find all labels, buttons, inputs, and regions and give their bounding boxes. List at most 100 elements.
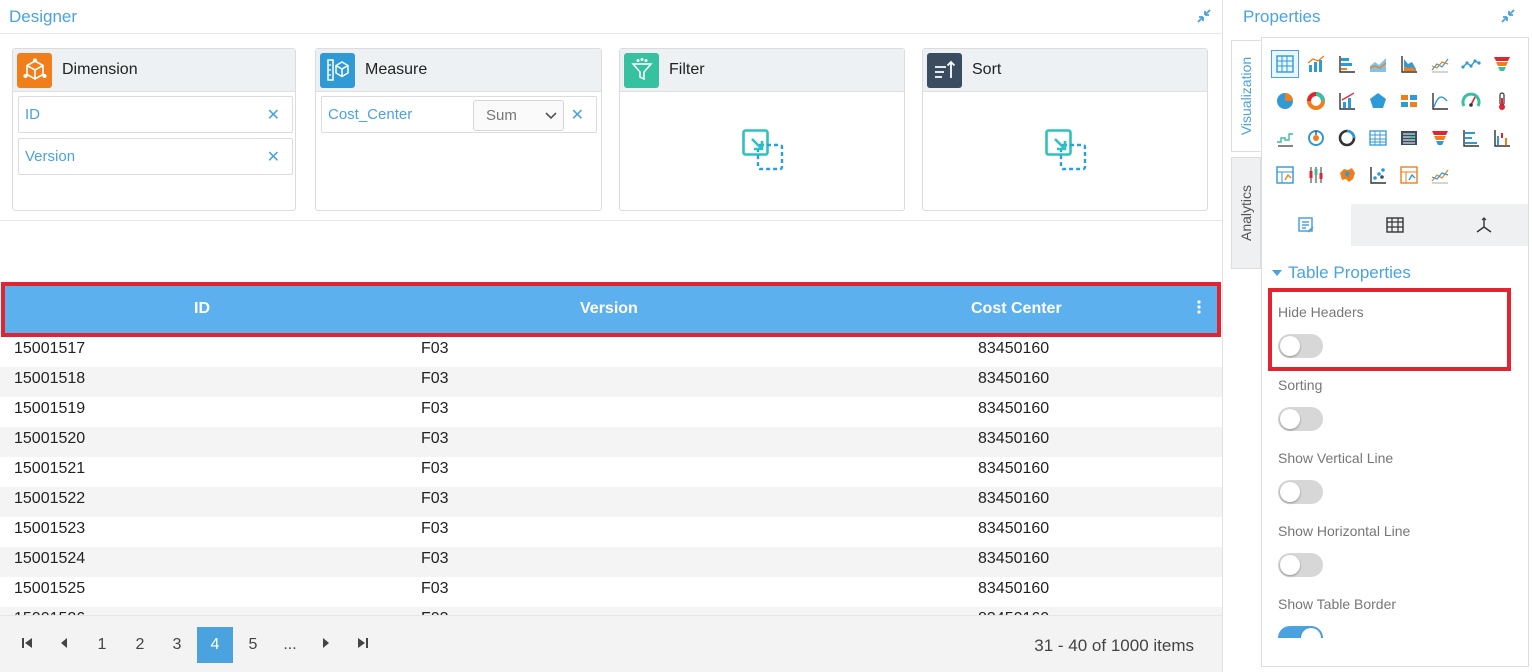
next-page-icon[interactable] [308,627,344,663]
previous-page-icon[interactable] [46,627,82,663]
last-page-icon[interactable] [345,627,381,663]
title-divider [0,33,1222,34]
properties-body: Table Properties Hide Headers Sorting Show… [1261,37,1529,667]
combo-chart-icon[interactable] [1333,87,1361,115]
first-page-icon[interactable] [9,627,45,663]
pivot-table-icon[interactable] [1395,124,1423,152]
scatter-chart-icon[interactable] [1364,161,1392,189]
property-subtabs [1262,204,1529,246]
map-chart-icon[interactable] [1333,161,1361,189]
toggle-knob [1301,628,1321,638]
sort-title: Sort [972,61,1002,78]
general-properties-tab[interactable] [1262,204,1351,246]
measure-ruler-cube-icon [320,52,355,88]
cell-id: 15001519 [14,400,86,417]
filter-funnel-icon [624,52,659,88]
table-row[interactable]: 15001525 F03 83450160 [0,577,1222,607]
dimension-chip-id[interactable]: ID ✕ [18,96,293,133]
page-5-button[interactable]: 5 [235,627,271,663]
image-chart-icon[interactable] [1395,161,1423,189]
gauge-chart-icon[interactable] [1457,87,1485,115]
pie-chart-icon[interactable] [1271,87,1299,115]
toggle-label: Show Table Border [1278,596,1397,612]
bar-line-chart-icon[interactable] [1302,50,1330,78]
measure-chip-cost-center[interactable]: Cost_Center Sum ✕ [321,96,597,133]
cell-id: 15001524 [14,550,86,567]
cell-version: F03 [421,550,449,567]
dimension-cube-icon [17,52,52,88]
table-row[interactable]: 15001518 F03 83450160 [0,367,1222,397]
cell-id: 15001522 [14,490,86,507]
cell-cost-center: 83450160 [978,490,1050,507]
caret-down-icon [1272,270,1282,276]
column-properties-tab[interactable] [1350,204,1440,246]
tab-analytics[interactable]: Analytics [1231,157,1261,269]
table-row[interactable]: 15001517 F03 83450160 [0,337,1222,367]
spline-chart-icon[interactable] [1426,87,1454,115]
pyramid-chart-icon[interactable] [1426,124,1454,152]
kpi-chart-icon[interactable] [1271,161,1299,189]
funnel-chart-icon[interactable] [1488,50,1516,78]
table-row[interactable]: 15001526F0383450160 [0,607,1222,615]
chip-label: ID [25,106,40,123]
thermometer-chart-icon[interactable] [1488,87,1516,115]
aggregate-select[interactable]: Sum [473,100,564,131]
remove-id-icon[interactable]: ✕ [267,105,280,125]
area-chart-icon[interactable] [1364,50,1392,78]
cell-cost-center: 83450160 [978,580,1050,597]
toggle-knob [1280,555,1300,575]
donut-chart-icon[interactable] [1302,87,1330,115]
step-line-chart-icon[interactable] [1271,124,1299,152]
ring-chart-icon[interactable] [1333,124,1361,152]
collapse-properties-icon[interactable] [1500,8,1516,24]
grid-chart-icon[interactable] [1271,50,1299,78]
drop-field-icon[interactable] [1045,129,1087,171]
section-title: Table Properties [1288,263,1411,282]
dimension-well: Dimension ID ✕ Version ✕ [12,48,296,211]
table-row[interactable]: 15001520 F03 83450160 [0,427,1222,457]
waterfall-chart-icon[interactable] [1488,124,1516,152]
table-row[interactable]: 15001524 F03 83450160 [0,547,1222,577]
bullet-chart-icon[interactable] [1457,124,1485,152]
heatmap-chart-icon[interactable] [1395,87,1423,115]
pager-info: 31 - 40 of 1000 items [1034,636,1194,655]
drop-field-icon[interactable] [742,129,784,171]
sorting-toggle[interactable] [1278,407,1323,431]
table-chart-icon[interactable] [1364,124,1392,152]
tab-visualization[interactable]: Visualization [1231,40,1261,152]
table-row[interactable]: 15001519 F03 83450160 [0,397,1222,427]
table-row[interactable]: 15001522 F03 83450160 [0,487,1222,517]
dimension-chip-version[interactable]: Version ✕ [18,138,293,175]
page-ellipsis[interactable]: ... [272,627,308,663]
page-4-button[interactable]: 4 [197,627,233,663]
collapse-designer-icon[interactable] [1196,8,1212,24]
remove-version-icon[interactable]: ✕ [267,147,280,167]
line-points-chart-icon[interactable] [1457,50,1485,78]
sort-well: Sort [922,48,1208,211]
multi-line-chart-icon[interactable] [1426,50,1454,78]
radial-chart-icon[interactable] [1302,124,1330,152]
page-1-button[interactable]: 1 [84,627,120,663]
table-row[interactable]: 15001523 F03 83450160 [0,517,1222,547]
pager: 1 2 3 4 5... 31 - 40 of 1000 items [0,615,1222,672]
cell-cost-center: 83450160 [978,340,1050,357]
stacked-bar-chart-icon[interactable] [1395,50,1423,78]
sparkline-chart-icon[interactable] [1426,161,1454,189]
show-table-border-toggle[interactable] [1278,626,1323,638]
cell-version: F03 [421,370,449,387]
cell-id: 15001521 [14,460,86,477]
page-3-button[interactable]: 3 [159,627,195,663]
axis-properties-tab[interactable] [1439,204,1529,246]
show-horizontal-line-toggle[interactable] [1278,553,1323,577]
designer-title: Designer [9,7,78,26]
cell-version: F03 [421,520,449,537]
cell-id: 15001518 [14,370,86,387]
table-properties-header[interactable]: Table Properties [1272,263,1411,283]
table-row[interactable]: 15001521 F03 83450160 [0,457,1222,487]
show-vertical-line-toggle[interactable] [1278,480,1323,504]
horizontal-bar-chart-icon[interactable] [1333,50,1361,78]
page-2-button[interactable]: 2 [122,627,158,663]
radar-chart-icon[interactable] [1364,87,1392,115]
remove-cost-center-icon[interactable]: ✕ [571,105,584,125]
candlestick-chart-icon[interactable] [1302,161,1330,189]
